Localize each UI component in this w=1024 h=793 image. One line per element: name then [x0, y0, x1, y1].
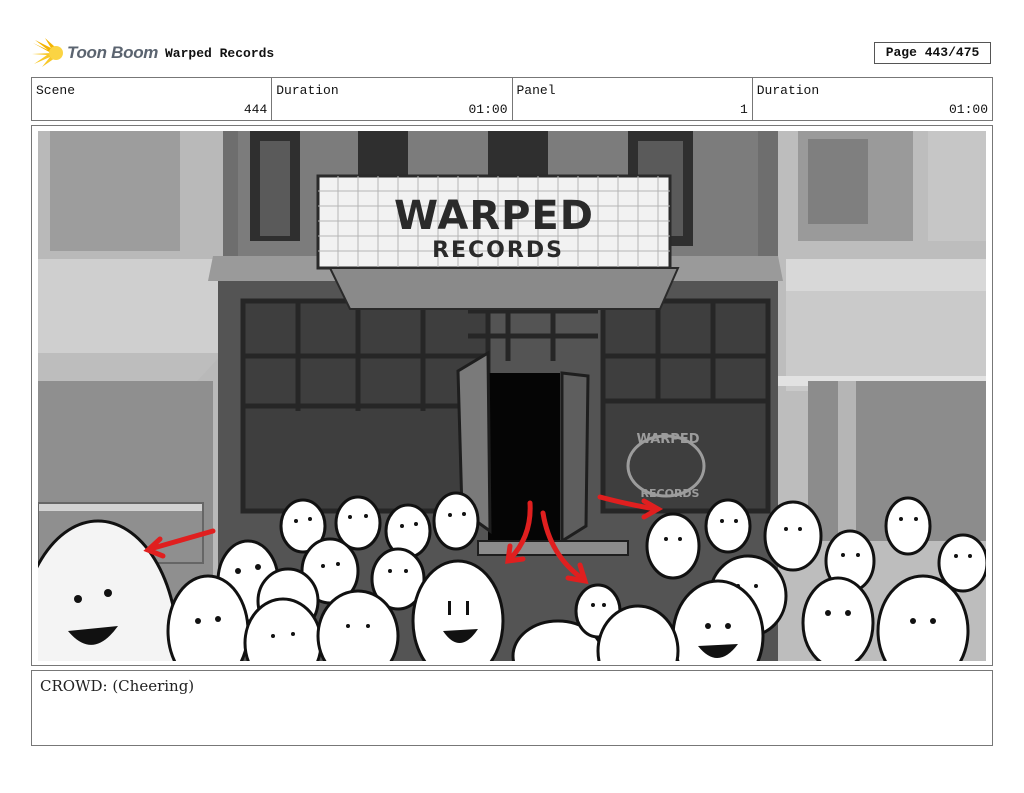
storyboard-header: Toon Boom Warped Records Page 443/475: [31, 38, 993, 70]
page-indicator: Page 443/475: [874, 42, 991, 64]
sign-text-warped: WARPED: [394, 193, 594, 239]
project-title: Warped Records: [165, 46, 275, 61]
panel-duration-label: Duration: [756, 83, 820, 98]
scene-duration-value: 01:00: [468, 102, 508, 117]
brand-name: Toon Boom: [67, 43, 159, 62]
dialogue-notes-box: CROWD: (Cheering): [31, 670, 993, 746]
panel-duration-cell: Duration 01:00: [751, 78, 992, 120]
scene-duration-cell: Duration 01:00: [271, 78, 511, 120]
graffiti-text-warped: WARPED: [636, 432, 699, 447]
toon-boom-logo: Toon Boom: [31, 38, 161, 68]
panel-cell: Panel 1: [511, 78, 752, 120]
panel-label: Panel: [516, 83, 556, 98]
marquee-sign: WARPED RECORDS: [316, 174, 680, 310]
panel-info-row: Scene 444 Duration 01:00 Panel 1 Duratio…: [31, 77, 993, 121]
sign-text-records: RECORDS: [432, 238, 564, 263]
storyboard-artwork: WARPED RECORDS WARPED RECORDS: [38, 131, 986, 661]
graffiti-text-records: RECORDS: [641, 487, 700, 500]
panel-duration-value: 01:00: [948, 102, 988, 117]
scene-cell: Scene 444: [32, 78, 271, 120]
scene-value: 444: [243, 102, 268, 117]
starburst-icon: [32, 38, 63, 67]
scene-label: Scene: [36, 83, 76, 98]
panel-value: 1: [739, 102, 748, 117]
dialogue-text: CROWD: (Cheering): [40, 677, 195, 695]
scene-duration-label: Duration: [276, 83, 339, 98]
